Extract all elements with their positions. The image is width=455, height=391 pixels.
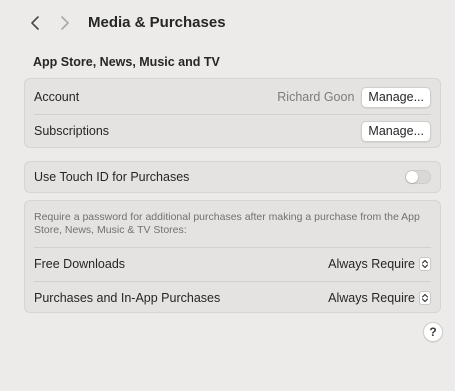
purchases-popup[interactable]: Always Require (328, 291, 431, 305)
account-row: Account Richard Goon Manage... (25, 84, 440, 110)
forward-button[interactable] (53, 11, 77, 35)
toolbar: Media & Purchases (0, 0, 455, 46)
purchases-row: Purchases and In-App Purchases Always Re… (25, 285, 440, 311)
purchases-label: Purchases and In-App Purchases (34, 291, 221, 305)
account-controls: Richard Goon Manage... (277, 86, 431, 108)
subscriptions-row: Subscriptions Manage... (25, 118, 440, 144)
subscriptions-label: Subscriptions (34, 124, 110, 138)
subscriptions-manage-button[interactable]: Manage... (361, 120, 431, 142)
touch-id-row: Use Touch ID for Purchases (25, 162, 440, 192)
password-card: Require a password for additional purcha… (24, 200, 441, 313)
divider (34, 114, 431, 115)
up-down-chevron-icon (419, 291, 431, 305)
purchases-value: Always Require (328, 291, 415, 305)
free-downloads-label: Free Downloads (34, 257, 126, 271)
free-downloads-row: Free Downloads Always Require (25, 251, 440, 277)
divider (34, 247, 431, 248)
touch-id-label: Use Touch ID for Purchases (34, 170, 190, 184)
divider (34, 281, 431, 282)
account-manage-button[interactable]: Manage... (361, 86, 431, 108)
free-downloads-value: Always Require (328, 257, 415, 271)
chevron-right-icon (61, 16, 69, 30)
free-downloads-popup[interactable]: Always Require (328, 257, 431, 271)
page-title: Media & Purchases (88, 14, 226, 31)
up-down-chevron-icon (419, 257, 431, 271)
touch-id-toggle[interactable] (405, 170, 431, 184)
help-button[interactable]: ? (423, 322, 443, 342)
back-button[interactable] (23, 11, 47, 35)
toggle-knob (406, 171, 418, 183)
account-label: Account (34, 90, 80, 104)
password-description: Require a password for additional purcha… (34, 211, 420, 236)
account-name: Richard Goon (277, 90, 355, 104)
account-card: Account Richard Goon Manage... Subscript… (24, 78, 441, 148)
touch-id-card: Use Touch ID for Purchases (24, 161, 441, 193)
chevron-left-icon (31, 16, 39, 30)
section-title: App Store, News, Music and TV (33, 55, 220, 69)
